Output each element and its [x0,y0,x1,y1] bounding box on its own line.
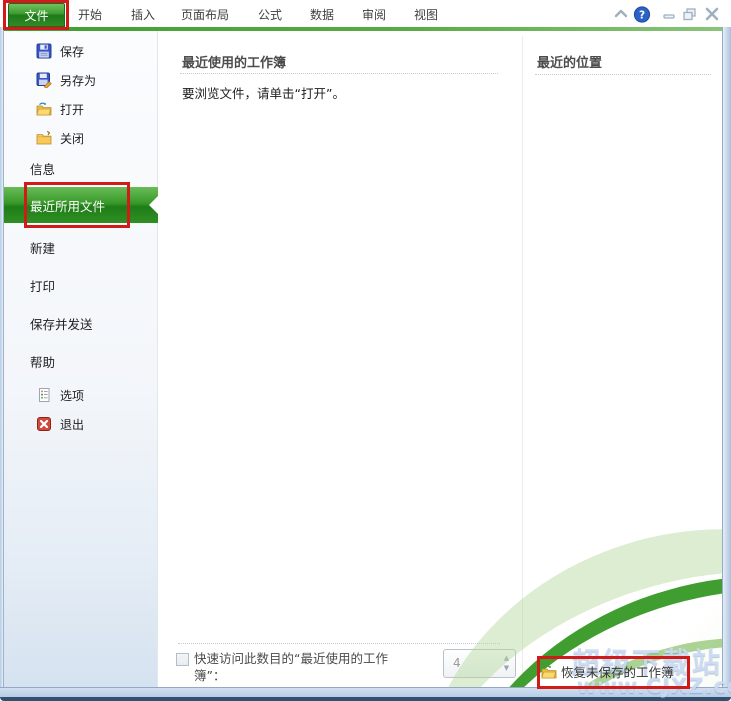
tab-page-layout[interactable]: 页面布局 [181,6,229,24]
window-frame-right [722,27,731,687]
window-frame-bottom [0,687,731,701]
ribbon-tab-bar: 文件 开始 插入 页面布局 公式 数据 审阅 视图 ? [0,0,731,27]
quick-access-label: 快速访问此数目的“最近使用的工作簿”： [194,651,388,683]
sidebar-item-close[interactable]: 关闭 [4,128,158,148]
chevron-up-icon [612,6,630,22]
close-icon [703,6,721,22]
options-icon [36,387,52,403]
sidebar-item-recent[interactable]: 最近所用文件 [4,187,158,223]
tab-formulas[interactable]: 公式 [258,6,282,24]
sidebar-item-help[interactable]: 帮助 [4,351,158,371]
spinner-down-icon[interactable]: ▼ [504,665,509,672]
quick-access-count-value: 4 [453,656,461,670]
sidebar-item-label: 打开 [60,102,85,117]
sidebar-item-new[interactable]: 新建 [4,237,158,257]
sidebar-item-open[interactable]: 打开 [4,99,158,119]
tab-data[interactable]: 数据 [310,6,334,24]
minimize-icon [660,6,678,22]
svg-text:?: ? [639,9,645,21]
tab-file[interactable]: 文件 [8,3,65,27]
recent-workbooks-panel: 最近使用的工作簿 要浏览文件，请单击“打开”。 快速访问此数目的“最近使用的工作… [158,31,523,687]
sidebar-item-options[interactable]: 选项 [4,385,158,405]
help-button[interactable]: ? [633,6,651,23]
recover-unsaved-button[interactable]: 恢复未保存的工作簿 [541,662,674,681]
tab-view[interactable]: 视图 [414,6,438,24]
save-as-icon [36,72,52,90]
title-divider [180,73,498,74]
restore-icon [681,6,699,22]
sidebar-item-save-send[interactable]: 保存并发送 [4,313,158,333]
collapse-ribbon-button[interactable] [612,6,630,22]
recover-folder-icon [541,664,557,680]
sidebar-item-label: 打印 [30,278,56,294]
close-button[interactable] [703,6,721,22]
sidebar-item-label: 关闭 [60,131,85,146]
minimize-button[interactable] [660,6,678,22]
recover-unsaved-label: 恢复未保存的工作簿 [561,665,674,680]
selected-arrow-icon [149,196,158,214]
open-folder-icon [36,101,52,117]
sidebar-item-label: 退出 [60,417,85,432]
stepper-arrows: ▲ ▼ [498,650,515,677]
sidebar-item-label: 新建 [30,240,56,256]
save-icon [36,43,52,59]
bottom-divider [178,643,500,644]
close-folder-icon [36,130,52,146]
backstage-sidebar: 保存 另存为 打开 关闭 信息 最近所用文件 新建 打印 保存并发送 帮助 选项… [4,31,158,687]
exit-icon [36,416,52,432]
restore-button[interactable] [681,6,699,22]
sidebar-item-label: 帮助 [30,354,56,370]
recent-workbooks-title: 最近使用的工作簿 [182,56,287,71]
sidebar-item-label: 保存 [60,44,85,59]
spinner-up-icon[interactable]: ▲ [504,655,509,662]
help-icon: ? [633,6,651,23]
excel-backstage-window: 文件 开始 插入 页面布局 公式 数据 审阅 视图 ? 保存 另存为 打开 关闭… [0,0,731,701]
sidebar-item-print[interactable]: 打印 [4,275,158,295]
sidebar-item-label: 保存并发送 [30,316,93,332]
places-title-divider [535,74,711,75]
quick-access-checkbox[interactable] [176,653,189,666]
browse-hint-text: 要浏览文件，请单击“打开”。 [182,86,345,101]
sidebar-item-label: 信息 [30,161,56,177]
sidebar-item-exit[interactable]: 退出 [4,414,158,434]
quick-access-count-stepper[interactable]: 4 ▲ ▼ [443,649,516,678]
sidebar-item-info[interactable]: 信息 [4,158,158,178]
tab-review[interactable]: 审阅 [362,6,386,24]
sidebar-item-label: 最近所用文件 [30,198,106,214]
sidebar-item-label: 选项 [60,388,85,403]
tab-home[interactable]: 开始 [78,6,102,24]
sidebar-item-save[interactable]: 保存 [4,41,158,61]
sidebar-item-label: 另存为 [60,73,97,88]
recent-places-title: 最近的位置 [537,56,603,71]
sidebar-item-save-as[interactable]: 另存为 [4,70,158,90]
recent-places-panel: 最近的位置 [523,31,722,687]
tab-insert[interactable]: 插入 [131,6,155,24]
